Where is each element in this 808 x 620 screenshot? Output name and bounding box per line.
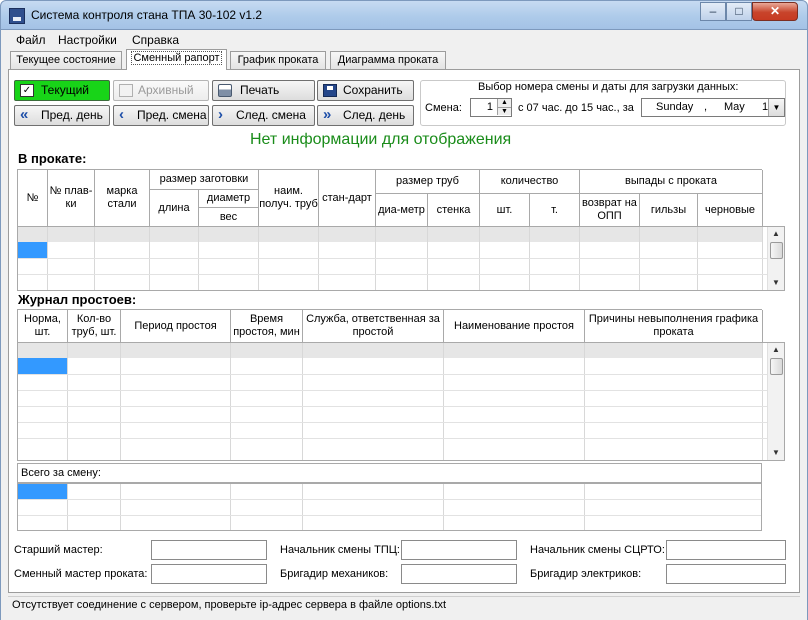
scroll-thumb[interactable] <box>770 358 783 375</box>
scroll-down-icon[interactable]: ▼ <box>768 278 784 288</box>
double-chevron-right-icon: » <box>323 106 332 123</box>
downtime-section-title: Журнал простоев: <box>18 292 137 307</box>
tab-shift-report[interactable]: Сменный рапорт <box>126 49 227 70</box>
spin-up-icon[interactable]: ▲ <box>497 99 511 107</box>
menu-file[interactable]: Файл <box>16 33 46 47</box>
shift-spinner[interactable]: 1 ▲ ▼ <box>470 98 512 117</box>
scroll-thumb[interactable] <box>770 242 783 259</box>
print-button[interactable]: Печать <box>212 80 315 101</box>
window-title: Система контроля стана ТПА 30-102 v1.2 <box>31 8 263 22</box>
spin-down-icon[interactable]: ▼ <box>497 107 511 115</box>
selected-cell[interactable] <box>18 242 47 258</box>
tab-current-state[interactable]: Текущее состояние <box>10 51 122 69</box>
printer-icon <box>218 84 232 97</box>
tpc-chief-field[interactable] <box>401 540 517 560</box>
current-button[interactable]: ✓ Текущий <box>14 80 110 101</box>
foreman-mech-label: Бригадир механиков: <box>280 568 389 580</box>
menu-settings[interactable]: Настройки <box>58 33 117 47</box>
foreman-elec-field[interactable] <box>666 564 786 584</box>
rolling-scrollbar[interactable]: ▲ ▼ <box>767 227 784 290</box>
scrto-chief-field[interactable] <box>666 540 786 560</box>
chevron-left-icon: ‹ <box>119 106 124 123</box>
scrto-chief-label: Начальник смены СЦРТО: <box>530 544 665 556</box>
shift-master-field[interactable] <box>151 564 267 584</box>
shift-master-label: Сменный мастер проката: <box>14 568 148 580</box>
double-chevron-left-icon: « <box>20 106 29 123</box>
next-shift-button[interactable]: › След. смена <box>212 105 315 126</box>
senior-master-field[interactable] <box>151 540 267 560</box>
downtime-scrollbar[interactable]: ▲ ▼ <box>767 343 784 460</box>
scroll-up-icon[interactable]: ▲ <box>768 229 784 239</box>
rolling-table-header: № № плав-ки марка стали размер заготовки… <box>17 169 763 227</box>
shift-time-text: с 07 час. до 15 час., за <box>518 102 634 114</box>
chevron-right-icon: › <box>218 106 223 123</box>
floppy-disk-icon <box>323 84 337 97</box>
status-bar: Отсутствует соединение с сервером, прове… <box>8 596 800 614</box>
app-icon <box>9 8 25 24</box>
foreman-mech-field[interactable] <box>401 564 517 584</box>
date-picker[interactable]: Sunday , May 1 ▼ <box>641 98 785 117</box>
next-day-button[interactable]: » След. день <box>317 105 414 126</box>
prev-shift-button[interactable]: ‹ Пред. смена <box>113 105 209 126</box>
minimize-button[interactable]: – <box>700 2 726 21</box>
selected-cell[interactable] <box>18 358 67 374</box>
senior-master-label: Старший мастер: <box>14 544 103 556</box>
prev-day-button[interactable]: « Пред. день <box>14 105 110 126</box>
tab-rolling-schedule[interactable]: График проката <box>230 51 326 69</box>
scroll-up-icon[interactable]: ▲ <box>768 345 784 355</box>
rolling-section-title: В прокате: <box>18 151 87 166</box>
maximize-button[interactable]: □ <box>726 2 752 21</box>
foreman-elec-label: Бригадир электриков: <box>530 568 642 580</box>
rolling-table-body[interactable]: ▲ ▼ <box>17 226 785 291</box>
archive-icon <box>119 84 133 97</box>
title-bar: Система контроля стана ТПА 30-102 v1.2 –… <box>0 0 808 30</box>
checkbox-icon: ✓ <box>20 84 34 97</box>
shift-select-title: Выбор номера смены и даты для загрузки д… <box>478 81 739 93</box>
tab-rolling-diagram[interactable]: Диаграмма проката <box>330 51 446 69</box>
no-data-message: Нет информации для отображения <box>250 131 512 148</box>
shift-label: Смена: <box>425 102 462 114</box>
scroll-down-icon[interactable]: ▼ <box>768 448 784 458</box>
dropdown-arrow-icon[interactable]: ▼ <box>768 99 784 116</box>
menu-help[interactable]: Справка <box>132 33 179 47</box>
total-table-body[interactable] <box>17 483 762 531</box>
downtime-table-header: Норма, шт. Кол-во труб, шт. Период прост… <box>17 309 763 343</box>
save-button[interactable]: Сохранить <box>317 80 414 101</box>
archive-button[interactable]: Архивный <box>113 80 209 101</box>
downtime-table-body[interactable]: ▲ ▼ <box>17 342 785 461</box>
tpc-chief-label: Начальник смены ТПЦ: <box>280 544 400 556</box>
close-button[interactable]: ✕ <box>752 2 798 21</box>
selected-cell[interactable] <box>18 484 67 499</box>
total-header: Всего за смену: <box>17 463 762 483</box>
